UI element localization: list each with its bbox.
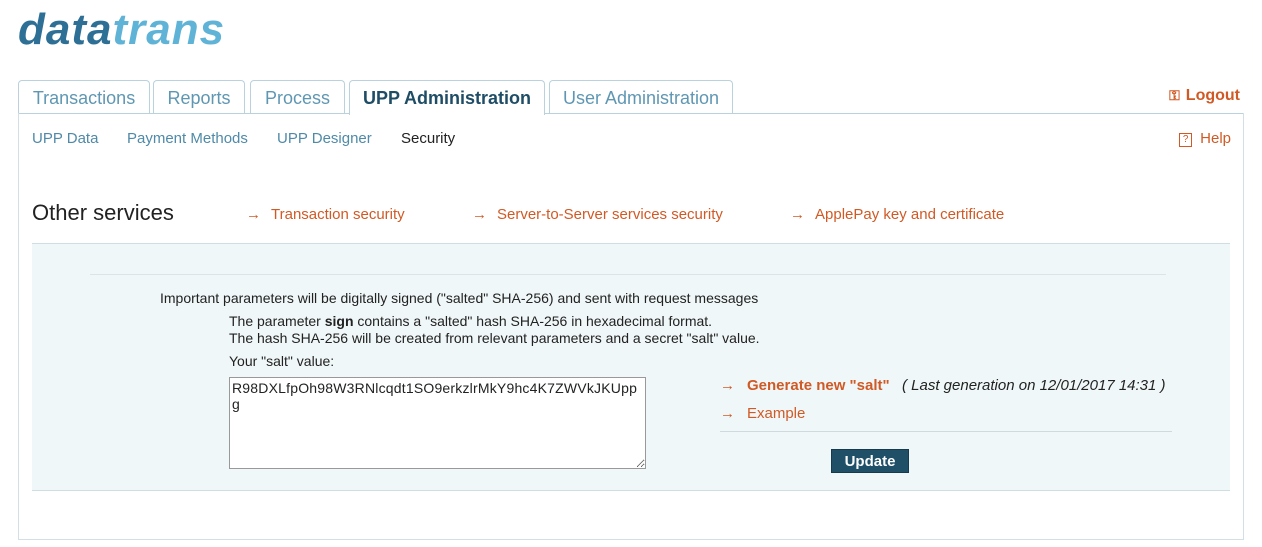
- divider: [90, 274, 1166, 275]
- applepay-key-link[interactable]: → ApplePay key and certificate: [790, 206, 1004, 223]
- subnav-security[interactable]: Security: [401, 130, 455, 147]
- tab-transactions[interactable]: Transactions: [18, 80, 150, 113]
- tab-upp-administration[interactable]: UPP Administration: [349, 80, 545, 115]
- server-to-server-security-link[interactable]: → Server-to-Server services security: [472, 206, 723, 223]
- example-link[interactable]: → Example: [720, 405, 805, 422]
- update-button[interactable]: Update: [831, 449, 909, 473]
- sign-description: The parameter sign contains a "salted" h…: [229, 313, 713, 329]
- hash-description: The hash SHA-256 will be created from re…: [229, 330, 760, 346]
- key-icon: ⚿: [1169, 87, 1180, 103]
- arrow-right-icon: →: [720, 405, 735, 422]
- datatrans-logo: datatrans: [18, 5, 226, 54]
- arrow-right-icon: →: [790, 206, 805, 223]
- salt-label: Your "salt" value:: [229, 353, 335, 369]
- section-title: Other services: [32, 200, 174, 225]
- arrow-right-icon: →: [720, 377, 735, 394]
- help-icon: ?: [1179, 133, 1193, 147]
- help-link[interactable]: ? Help: [1179, 130, 1231, 147]
- salt-textarea[interactable]: [229, 377, 646, 469]
- intro-text: Important parameters will be digitally s…: [160, 290, 759, 306]
- subnav-upp-designer[interactable]: UPP Designer: [277, 130, 372, 147]
- arrow-right-icon: →: [472, 206, 487, 223]
- arrow-right-icon: →: [246, 206, 261, 223]
- tab-process[interactable]: Process: [250, 80, 345, 113]
- subnav-upp-data[interactable]: UPP Data: [32, 130, 98, 147]
- logout-link[interactable]: ⚿ Logout: [1169, 87, 1240, 105]
- tab-reports[interactable]: Reports: [153, 80, 245, 113]
- subnav-payment-methods[interactable]: Payment Methods: [127, 130, 248, 147]
- transaction-security-link[interactable]: → Transaction security: [246, 206, 405, 223]
- divider: [720, 431, 1172, 432]
- last-generation-info: ( Last generation on 12/01/2017 14:31 ): [902, 377, 1166, 394]
- tab-user-administration[interactable]: User Administration: [549, 80, 733, 113]
- generate-salt-link[interactable]: → Generate new "salt": [720, 377, 890, 394]
